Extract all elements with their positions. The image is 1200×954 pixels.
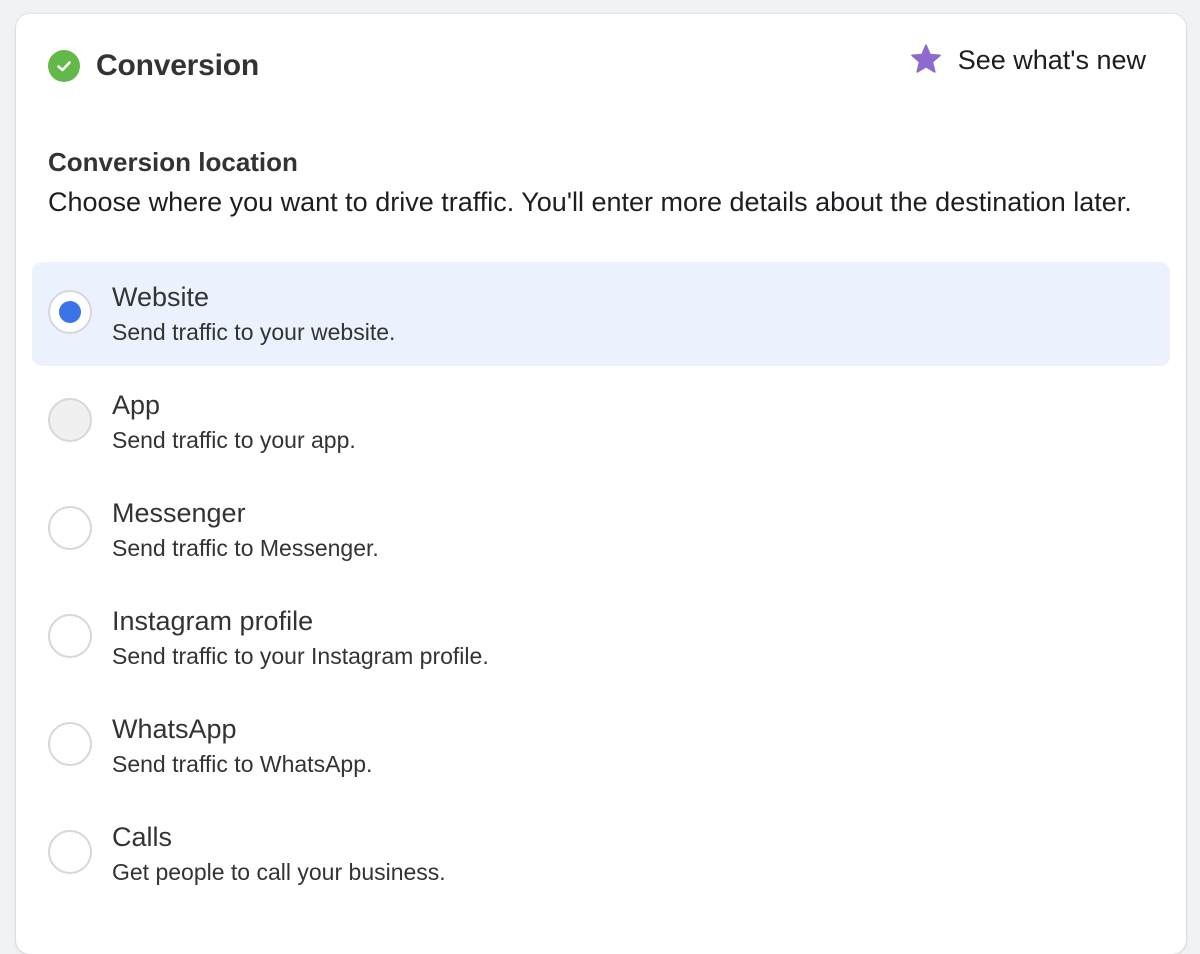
option-label: Website xyxy=(112,282,210,312)
option-label: Messenger xyxy=(112,498,246,528)
option-label: App xyxy=(112,390,161,420)
section-title: Conversion location xyxy=(48,147,298,177)
see-whats-new-label: See what's new xyxy=(957,44,1146,75)
option-description: Send traffic to your app. xyxy=(112,427,356,453)
card-header: Conversion xyxy=(48,48,259,84)
option-website[interactable]: Website Send traffic to your website. xyxy=(32,262,1170,366)
see-whats-new-link[interactable]: See what's new xyxy=(908,40,1146,80)
option-description: Get people to call your business. xyxy=(112,859,446,885)
option-label: WhatsApp xyxy=(112,714,237,744)
option-app[interactable]: App Send traffic to your app. xyxy=(32,370,1170,474)
calls-radio[interactable] xyxy=(48,830,92,874)
option-description: Send traffic to your Instagram profile. xyxy=(112,643,489,669)
conversion-location-options: Website Send traffic to your website. Ap… xyxy=(32,262,1170,910)
option-label: Calls xyxy=(112,822,173,852)
messenger-radio[interactable] xyxy=(48,506,92,550)
option-description: Send traffic to your website. xyxy=(112,319,396,345)
whatsapp-radio[interactable] xyxy=(48,722,92,766)
app-radio[interactable] xyxy=(48,398,92,442)
section-description: Choose where you want to drive traffic. … xyxy=(48,187,1132,217)
option-label: Instagram profile xyxy=(112,606,314,636)
option-description: Send traffic to WhatsApp. xyxy=(112,751,373,777)
option-calls[interactable]: Calls Get people to call your business. xyxy=(32,802,1170,906)
instagram-profile-radio[interactable] xyxy=(48,614,92,658)
option-instagram-profile[interactable]: Instagram profile Send traffic to your I… xyxy=(32,586,1170,690)
page-title: Conversion xyxy=(96,49,260,82)
conversion-location-section: Conversion location Choose where you wan… xyxy=(48,144,1148,222)
option-messenger[interactable]: Messenger Send traffic to Messenger. xyxy=(32,478,1170,582)
check-circle-icon xyxy=(48,50,80,82)
website-radio[interactable] xyxy=(48,290,92,334)
star-icon xyxy=(910,44,941,73)
option-description: Send traffic to Messenger. xyxy=(112,535,379,561)
conversion-card: Conversion See what's new Conversion loc… xyxy=(16,14,1186,954)
option-whatsapp[interactable]: WhatsApp Send traffic to WhatsApp. xyxy=(32,694,1170,798)
